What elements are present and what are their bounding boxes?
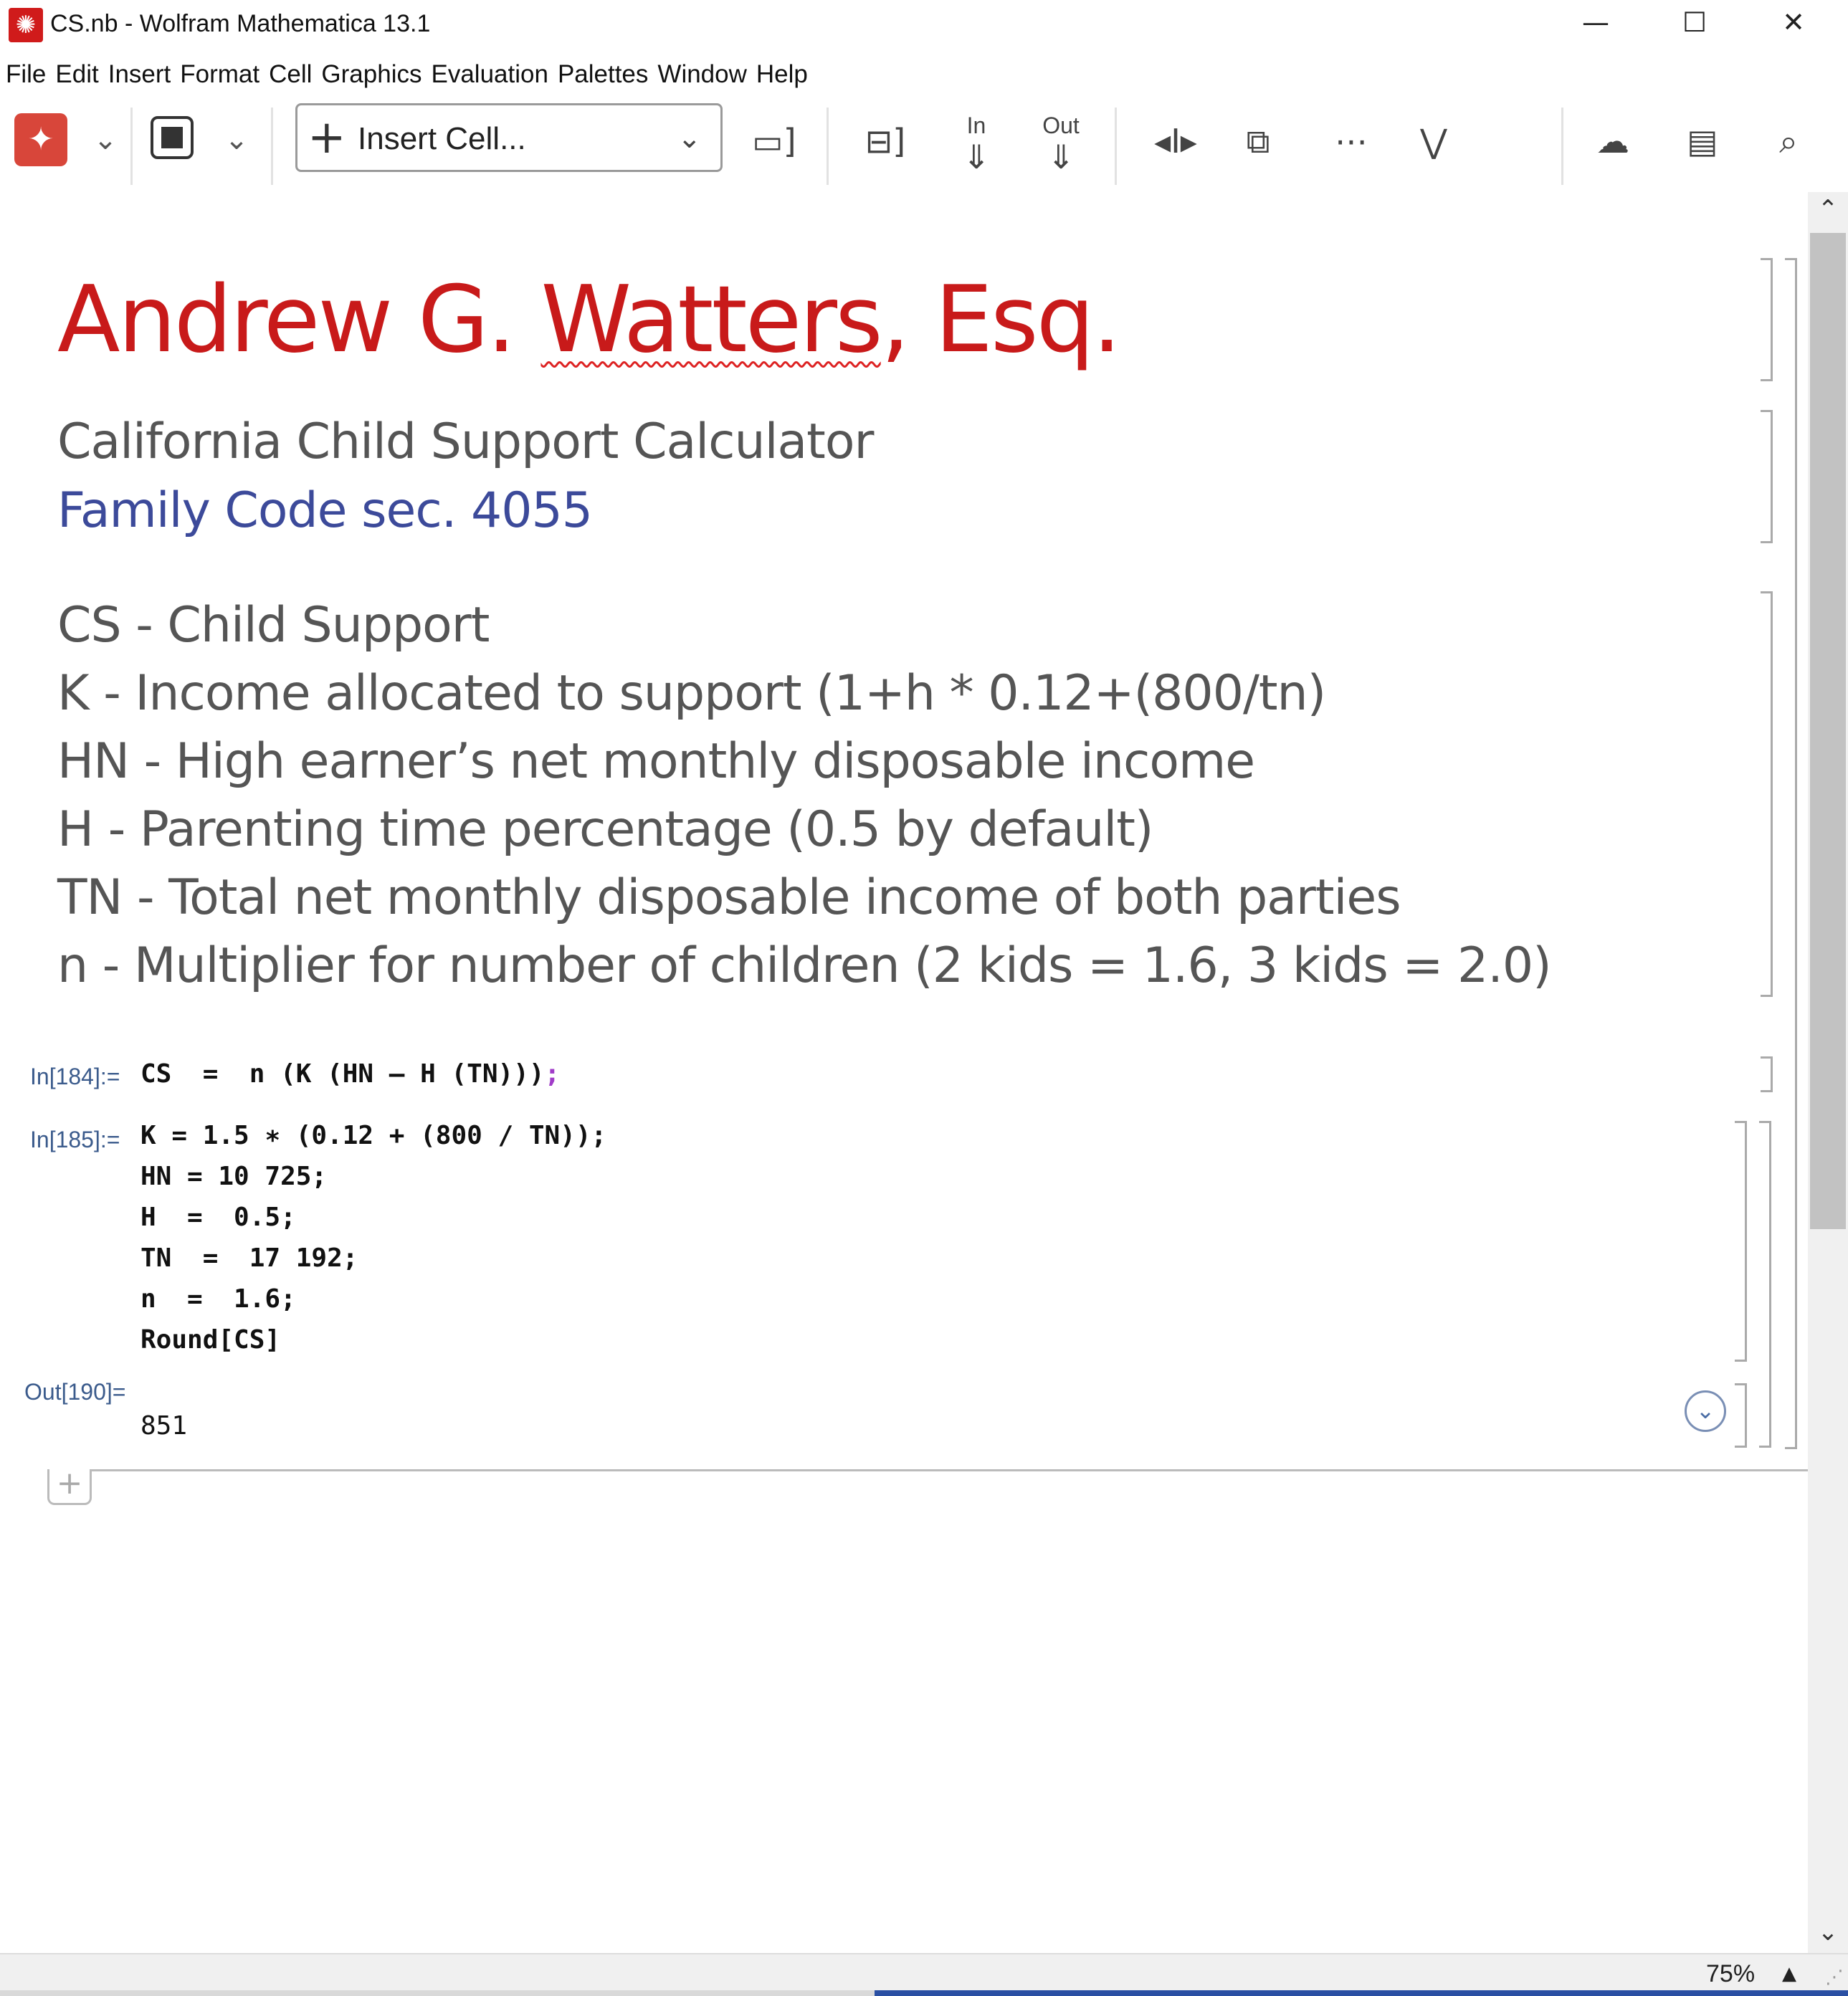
definition-line: TN - Total net monthly disposable income… bbox=[57, 869, 1401, 926]
definition-line: CS - Child Support bbox=[57, 597, 490, 654]
output-cell-value[interactable]: 851 bbox=[140, 1408, 187, 1444]
menu-palettes[interactable]: Palettes bbox=[558, 56, 648, 93]
maximize-button[interactable]: ☐ bbox=[1645, 0, 1744, 47]
scrollbar-thumb[interactable] bbox=[1810, 233, 1846, 1229]
spellcheck-word: Watters bbox=[540, 267, 882, 373]
definition-line: K - Income allocated to support (1+h * 0… bbox=[57, 665, 1326, 722]
code-line: Round[CS] bbox=[140, 1325, 281, 1355]
toolbar-separator bbox=[1115, 108, 1117, 185]
cell-style-icon[interactable]: ▭] bbox=[746, 115, 803, 168]
search-icon[interactable]: ⌕ bbox=[1756, 115, 1821, 168]
zoom-level[interactable]: 75% bbox=[1706, 1958, 1755, 1990]
input-label: In[184]:= bbox=[30, 1064, 120, 1089]
status-bar bbox=[0, 1953, 1848, 1992]
evaluate-dropdown-chevron-icon[interactable]: ⌄ bbox=[87, 118, 123, 161]
taskbar-strip-left bbox=[0, 1990, 875, 1996]
menu-bar: File Edit Insert Format Cell Graphics Evaluati… bbox=[0, 56, 817, 93]
menu-cell[interactable]: Cell bbox=[269, 56, 312, 93]
toolbar bbox=[0, 99, 1848, 194]
notebook-subsubtitle[interactable]: Family Code sec. 4055 bbox=[57, 479, 593, 543]
input-label: In[185]:= bbox=[30, 1127, 120, 1152]
zoom-menu-icon[interactable]: ▲ bbox=[1782, 1958, 1796, 1990]
group-cells-icon[interactable]: ⊟] bbox=[857, 115, 914, 168]
mathematica-icon: ✺ bbox=[9, 8, 43, 42]
input-cell-code[interactable]: K = 1.5 ∗ (0.12 + (800 / TN)); HN = 10 7… bbox=[140, 1115, 606, 1360]
cell-bracket[interactable] bbox=[1735, 1121, 1747, 1362]
insert-cell-dropdown[interactable]: + Insert Cell... ⌄ bbox=[295, 103, 723, 172]
menu-format[interactable]: Format bbox=[180, 56, 259, 93]
cell-insertion-line bbox=[50, 1469, 1808, 1471]
code-line: n = 1.6; bbox=[140, 1284, 296, 1314]
collapse-all-icon[interactable]: ⋁ bbox=[1409, 115, 1459, 168]
notebook-subtitle[interactable]: California Child Support Calculator bbox=[57, 410, 874, 474]
scroll-down-icon[interactable]: ⌄ bbox=[1808, 1918, 1848, 1947]
code-line: K = 1.5 ∗ (0.12 + (800 / TN)); bbox=[140, 1121, 607, 1150]
stop-evaluation-button[interactable] bbox=[151, 116, 194, 159]
close-button[interactable]: ✕ bbox=[1744, 0, 1843, 47]
insert-output-icon[interactable]: Out ⇓ bbox=[1032, 114, 1090, 176]
cell-bracket[interactable] bbox=[1761, 1056, 1773, 1092]
code-line: TN = 17 192; bbox=[140, 1243, 358, 1273]
cursor-resize-icon[interactable]: ◂Ⅰ▸ bbox=[1143, 115, 1208, 168]
menu-graphics[interactable]: Graphics bbox=[321, 56, 421, 93]
toolbar-separator bbox=[130, 108, 133, 185]
stop-dropdown-chevron-icon[interactable]: ⌄ bbox=[219, 118, 254, 161]
toolbar-separator bbox=[827, 108, 829, 185]
input-cell-code[interactable]: CS = n (K (HN – H (TN))); bbox=[140, 1054, 560, 1094]
evaluate-button[interactable]: ✦ bbox=[14, 113, 67, 166]
documentation-icon[interactable]: ▤ bbox=[1670, 115, 1735, 168]
menu-insert[interactable]: Insert bbox=[108, 56, 171, 93]
plus-icon: + bbox=[308, 111, 346, 164]
group-cell-bracket[interactable] bbox=[1785, 258, 1797, 1449]
cell-bracket[interactable] bbox=[1735, 1383, 1747, 1448]
resize-grip-icon[interactable]: ⋰ bbox=[1825, 1967, 1844, 1988]
chevron-down-icon: ⌄ bbox=[677, 122, 702, 155]
evaluate-icon: ✦ bbox=[27, 122, 54, 157]
cell-tag-icon[interactable]: ⧉ bbox=[1233, 115, 1283, 168]
code-line: HN = 10 725; bbox=[140, 1162, 328, 1191]
more-options-icon[interactable]: ⋯ bbox=[1323, 115, 1380, 168]
cell-bracket[interactable] bbox=[1761, 591, 1773, 997]
insert-cell-label: Insert Cell... bbox=[358, 121, 526, 156]
output-label: Out[190]= bbox=[24, 1379, 126, 1405]
insert-cell-button[interactable]: + bbox=[47, 1465, 92, 1505]
code-line: H = 0.5; bbox=[140, 1203, 296, 1232]
double-chevron-down-icon: ⌄ bbox=[1695, 1397, 1715, 1424]
menu-help[interactable]: Help bbox=[756, 56, 808, 93]
toolbar-separator bbox=[1561, 108, 1563, 185]
toolbar-separator bbox=[271, 108, 273, 185]
definition-line: n - Multiplier for number of children (2… bbox=[57, 937, 1552, 994]
cell-bracket[interactable] bbox=[1761, 258, 1773, 381]
menu-edit[interactable]: Edit bbox=[55, 56, 98, 93]
window-title: CS.nb - Wolfram Mathematica 13.1 bbox=[50, 10, 431, 37]
definitions-text-cell[interactable]: CS - Child Support K - Income allocated … bbox=[57, 591, 1552, 1000]
cloud-upload-icon[interactable]: ☁ bbox=[1581, 115, 1645, 168]
definition-line: H - Parenting time percentage (0.5 by de… bbox=[57, 801, 1153, 858]
menu-window[interactable]: Window bbox=[657, 56, 746, 93]
menu-evaluation[interactable]: Evaluation bbox=[431, 56, 548, 93]
notebook-title[interactable]: Andrew G. Watters, Esq. bbox=[57, 267, 1122, 374]
cell-bracket[interactable] bbox=[1761, 410, 1773, 543]
minimize-button[interactable]: — bbox=[1546, 0, 1645, 47]
insert-input-icon[interactable]: In ⇓ bbox=[948, 114, 1005, 176]
definition-line: HN - High earner’s net monthly disposabl… bbox=[57, 733, 1255, 790]
stop-icon bbox=[161, 127, 183, 148]
suggestions-bar-toggle[interactable]: ⌄ bbox=[1685, 1390, 1726, 1432]
plus-icon: + bbox=[56, 1465, 83, 1501]
scroll-up-icon[interactable]: ⌃ bbox=[1808, 195, 1848, 224]
group-cell-bracket[interactable] bbox=[1759, 1121, 1771, 1448]
menu-file[interactable]: File bbox=[6, 56, 46, 93]
